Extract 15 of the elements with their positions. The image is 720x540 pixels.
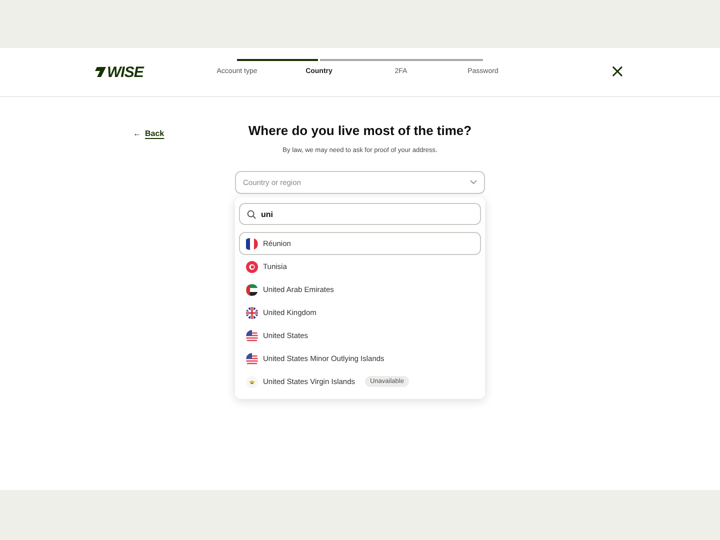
logo: WISE [107, 64, 144, 80]
close-button[interactable]: × [608, 63, 627, 81]
flag-icon [246, 352, 258, 364]
flag-icon [246, 330, 258, 342]
page-title: Where do you live most of the time? [248, 123, 472, 138]
flag-icon [246, 284, 258, 296]
flag-icon [246, 238, 258, 250]
search-field[interactable]: uni [239, 203, 481, 225]
back-arrow-icon: ← [133, 129, 141, 138]
flag-icon [246, 306, 258, 318]
back-link[interactable]: Back [145, 129, 164, 138]
flag-icon [246, 260, 258, 272]
flag-logo-icon [95, 67, 106, 77]
search-icon [247, 210, 256, 219]
flag-icon [246, 376, 258, 388]
